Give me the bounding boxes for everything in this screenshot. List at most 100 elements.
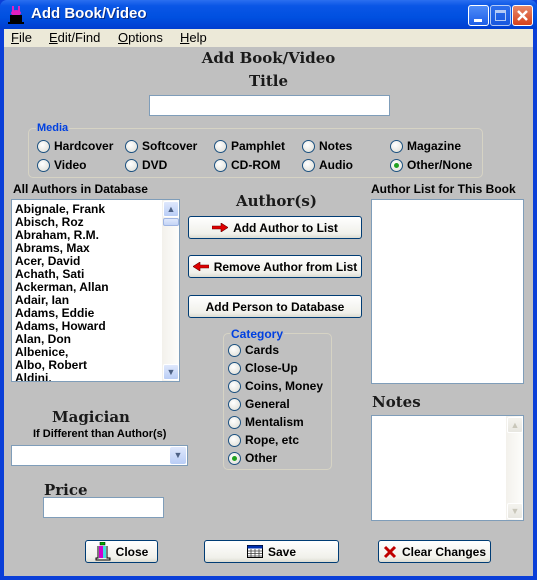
author-list-label: Author List for This Book (371, 182, 516, 196)
list-item[interactable]: Adams, Eddie (15, 306, 94, 320)
chevron-down-icon: ▼ (173, 450, 183, 460)
form-heading: Add Book/Video (201, 49, 336, 67)
media-radio-hardcover[interactable]: Hardcover (37, 139, 113, 153)
media-radio-dvd[interactable]: DVD (125, 158, 167, 172)
list-item[interactable]: Adair, Ian (15, 293, 69, 307)
radio-label: Coins, Money (245, 379, 324, 393)
media-group-label: Media (36, 122, 70, 134)
radio-button[interactable] (228, 415, 241, 429)
add-person-button[interactable]: Add Person to Database (188, 295, 362, 318)
media-radio-video[interactable]: Video (37, 158, 86, 172)
all-authors-listbox[interactable]: Abignale, Frank Abisch, Roz Abraham, R.M… (11, 199, 180, 382)
form-client-area: Add Book/Video Title Media Hardcover Sof… (4, 47, 533, 576)
list-item[interactable]: Abignale, Frank (15, 202, 105, 216)
save-label: Save (267, 544, 297, 559)
media-radio-pamphlet[interactable]: Pamphlet (214, 139, 285, 153)
radio-button[interactable] (228, 379, 241, 393)
media-radio-magazine[interactable]: Magazine (390, 139, 461, 153)
price-input[interactable] (43, 497, 164, 518)
radio-button[interactable] (228, 343, 241, 357)
clear-changes-button[interactable]: Clear Changes (378, 540, 491, 563)
magician-label: Magician (52, 408, 130, 426)
dropdown-button[interactable]: ▼ (170, 447, 186, 464)
category-radio-other[interactable]: Other (228, 451, 277, 465)
radio-label: Close-Up (245, 361, 298, 375)
scroll-down-button[interactable]: ▼ (163, 364, 179, 380)
category-radio-rope-etc[interactable]: Rope, etc (228, 433, 299, 447)
list-item[interactable]: Abisch, Roz (15, 215, 84, 229)
radio-button[interactable] (214, 139, 227, 153)
add-author-button[interactable]: Add Author to List (188, 216, 362, 239)
radio-button[interactable] (228, 397, 241, 411)
media-radio-other-none[interactable]: Other/None (390, 158, 472, 172)
category-radio-general[interactable]: General (228, 397, 290, 411)
radio-button[interactable] (37, 158, 50, 172)
media-radio-softcover[interactable]: Softcover (125, 139, 197, 153)
door-exit-icon (95, 542, 111, 561)
menu-help[interactable]: Help (180, 30, 207, 45)
list-item[interactable]: Albenice, (15, 345, 68, 359)
book-author-listbox[interactable] (371, 199, 524, 384)
list-item[interactable]: Abraham, R.M. (15, 228, 99, 242)
category-radio-coins-money[interactable]: Coins, Money (228, 379, 323, 393)
media-radio-cd-rom[interactable]: CD-ROM (214, 158, 280, 172)
list-item[interactable]: Achath, Sati (15, 267, 84, 281)
notes-scrollbar[interactable]: ▲ ▼ (506, 416, 523, 520)
radio-label: Pamphlet (231, 139, 286, 153)
radio-button[interactable] (228, 433, 241, 447)
radio-button[interactable] (390, 139, 403, 153)
scroll-down-button[interactable]: ▼ (507, 503, 523, 519)
title-bar[interactable]: Add Book/Video (0, 0, 537, 29)
list-item[interactable]: Adams, Howard (15, 319, 106, 333)
scroll-up-button[interactable]: ▲ (163, 201, 179, 217)
category-radio-mentalism[interactable]: Mentalism (228, 415, 304, 429)
list-item[interactable]: Abrams, Max (15, 241, 90, 255)
add-author-label: Add Author to List (233, 220, 338, 235)
radio-button[interactable] (37, 139, 50, 153)
close-window-button[interactable] (512, 5, 533, 26)
list-item[interactable]: Ackerman, Allan (15, 280, 109, 294)
radio-label: Cards (245, 343, 280, 357)
add-person-label: Add Person to Database (205, 299, 345, 314)
maximize-button[interactable] (490, 5, 511, 26)
radio-label: Softcover (142, 139, 198, 153)
radio-label: Mentalism (245, 415, 304, 429)
category-radio-close-up[interactable]: Close-Up (228, 361, 298, 375)
clear-changes-label: Clear Changes (401, 544, 487, 559)
save-button[interactable]: Save (204, 540, 339, 563)
menu-options[interactable]: Options (118, 30, 163, 45)
radio-button-selected[interactable] (390, 158, 403, 172)
media-radio-notes[interactable]: Notes (302, 139, 352, 153)
menu-edit-rest: dit/Find (57, 30, 101, 45)
radio-button[interactable] (125, 158, 138, 172)
list-item[interactable]: Acer, David (15, 254, 80, 268)
radio-button[interactable] (228, 361, 241, 375)
list-item[interactable]: Albo, Robert (15, 358, 87, 372)
radio-label: Rope, etc (245, 433, 300, 447)
title-input[interactable] (149, 95, 390, 116)
remove-author-button[interactable]: Remove Author from List (188, 255, 362, 278)
menu-file[interactable]: File (11, 30, 32, 45)
menu-edit-find[interactable]: Edit/Find (49, 30, 100, 45)
radio-button[interactable] (302, 139, 315, 153)
chevron-down-icon: ▼ (510, 506, 520, 516)
radio-button-selected[interactable] (228, 451, 241, 465)
radio-button[interactable] (125, 139, 138, 153)
minimize-button[interactable] (468, 5, 489, 26)
menu-options-rest: ptions (128, 30, 163, 45)
scroll-thumb[interactable] (163, 218, 179, 226)
list-item[interactable]: Aldini, (15, 371, 52, 381)
vertical-scrollbar[interactable]: ▲ ▼ (162, 200, 179, 381)
list-item[interactable]: Alan, Don (15, 332, 71, 346)
close-button[interactable]: Close (85, 540, 158, 563)
notes-textarea[interactable]: ▲ ▼ (371, 415, 524, 521)
scroll-up-button[interactable]: ▲ (507, 417, 523, 433)
media-radio-audio[interactable]: Audio (302, 158, 353, 172)
category-radio-cards[interactable]: Cards (228, 343, 279, 357)
radio-button[interactable] (302, 158, 315, 172)
radio-button[interactable] (214, 158, 227, 172)
radio-label: General (245, 397, 290, 411)
magician-combobox[interactable]: ▼ (11, 445, 188, 466)
minimize-icon (474, 19, 482, 22)
magic-hat-rabbit-icon (8, 6, 24, 24)
